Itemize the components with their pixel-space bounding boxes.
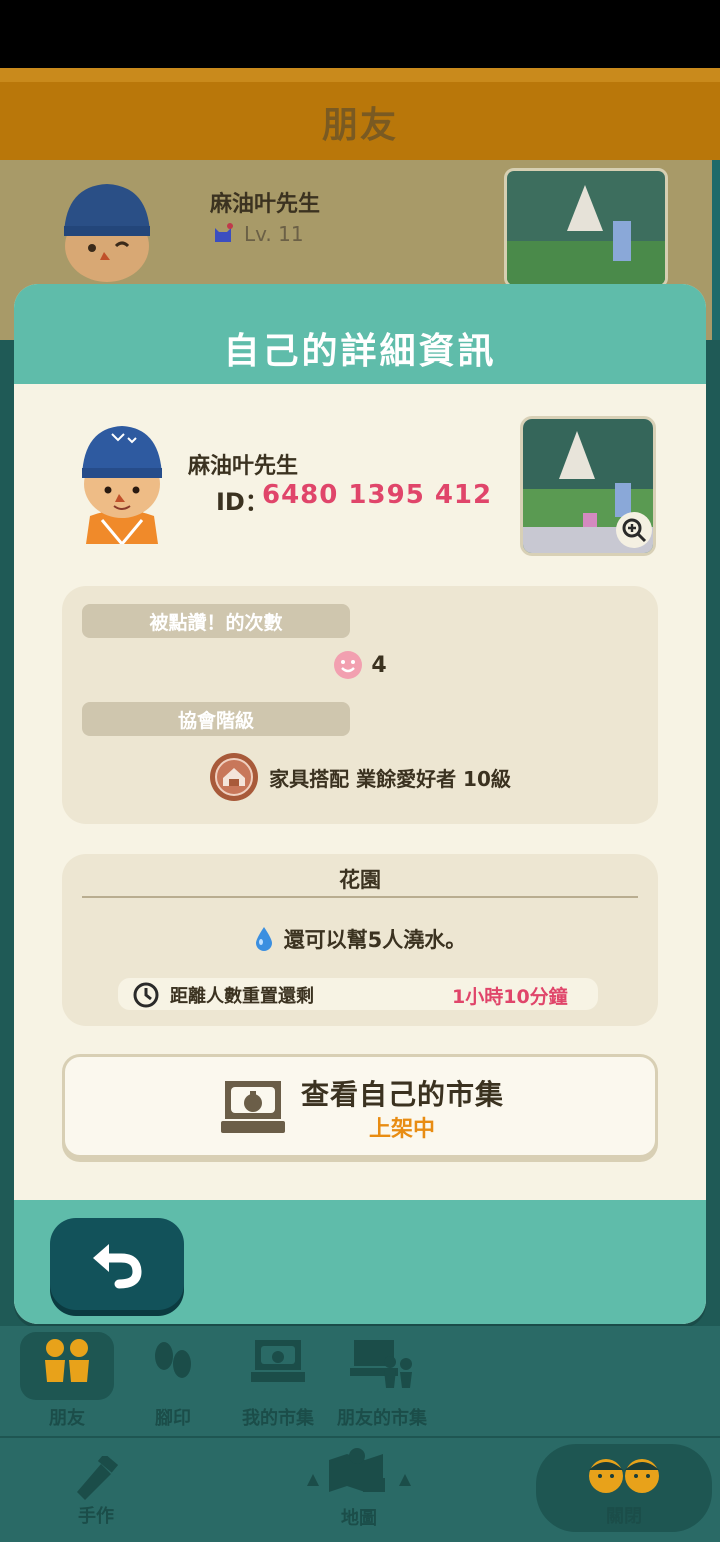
friends-icon <box>45 1339 89 1382</box>
nav-item-close[interactable]: 關閉 <box>556 1456 692 1527</box>
garden-title: 花園 <box>339 868 381 892</box>
back-arrow-icon <box>93 1244 142 1289</box>
garden-card: 花園 還可以幫5人澆水。 距離人數重置還剩 1小時10分鐘 <box>62 854 658 1026</box>
furniture-badge-icon <box>210 753 259 801</box>
friend-name: 麻油叶先生 <box>210 192 321 217</box>
modal-title: 自己的詳細資訊 <box>223 331 497 372</box>
reset-time: 1小時10分鐘 <box>452 986 568 1008</box>
player-name: 麻油叶先生 <box>188 454 299 479</box>
map-icon <box>307 1448 411 1492</box>
market-icon <box>251 1340 305 1382</box>
nav-item-friends[interactable]: 朋友 <box>20 1338 114 1429</box>
id-label: ID： <box>216 488 269 516</box>
likes-row: 4 <box>62 650 658 680</box>
profile-modal: 自己的詳細資訊 麻油叶先生 ID： 6480 1395 412 被點讚！的次數 … <box>14 284 706 1324</box>
smile-icon <box>334 651 363 679</box>
water-drop-icon <box>255 927 272 951</box>
nav-label: 腳印 <box>155 1408 191 1429</box>
reset-row: 距離人數重置還剩 1小時10分鐘 <box>118 978 598 1010</box>
status-bar <box>0 0 720 68</box>
timer-icon <box>133 982 159 1008</box>
stats-card: 被點讚！的次數 4 協會階級 家具搭配 業餘愛好者 10級 <box>62 586 658 824</box>
likes-label: 被點讚！的次數 <box>82 604 350 638</box>
water-row: 還可以幫5人澆水。 <box>62 924 658 954</box>
player-avatar <box>82 426 162 544</box>
craft-icon <box>77 1456 119 1500</box>
divider <box>82 896 638 898</box>
view-my-market-button[interactable]: 查看自己的市集 上架中 <box>62 1054 658 1158</box>
nav-item-craft[interactable]: 手作 <box>48 1456 144 1527</box>
page-title: 朋友 <box>321 105 398 146</box>
nav-item-map[interactable]: 地圖 <box>296 1446 422 1529</box>
close-icon <box>589 1459 659 1493</box>
back-button[interactable] <box>50 1218 184 1310</box>
rank-row: 家具搭配 業餘愛好者 10級 <box>62 752 658 802</box>
cat-icon <box>215 223 233 242</box>
water-text: 還可以幫5人澆水。 <box>283 928 467 952</box>
nav-item-friends-market[interactable]: 朋友的市集 <box>330 1338 434 1429</box>
nav-item-footprints[interactable]: 腳印 <box>124 1338 222 1429</box>
friends-market-icon <box>350 1340 412 1388</box>
nav-label: 地圖 <box>341 1508 377 1529</box>
friend-garden-thumbnail[interactable] <box>504 168 668 288</box>
footprint-icon <box>155 1342 191 1378</box>
friend-avatar <box>64 184 150 282</box>
nav-label: 朋友 <box>49 1408 85 1429</box>
market-label: 查看自己的市集 <box>301 1078 505 1111</box>
nav-label: 手作 <box>78 1506 114 1527</box>
nav-item-my-market[interactable]: 我的市集 <box>232 1338 324 1429</box>
rank-value: 家具搭配 業餘愛好者 10級 <box>269 766 511 791</box>
friend-level: Lv. 11 <box>244 222 304 246</box>
rank-label: 協會階級 <box>82 702 350 736</box>
player-id: 6480 1395 412 <box>262 480 493 510</box>
market-status: 上架中 <box>369 1117 436 1142</box>
nav-label: 關閉 <box>606 1506 642 1527</box>
nav-label: 我的市集 <box>242 1408 314 1429</box>
zoom-in-icon[interactable] <box>616 512 652 548</box>
garden-thumbnail-image <box>507 171 665 285</box>
reset-label: 距離人數重置還剩 <box>170 986 314 1007</box>
nav-label: 朋友的市集 <box>337 1408 427 1429</box>
market-icon <box>221 1081 285 1133</box>
likes-count: 4 <box>371 652 387 678</box>
